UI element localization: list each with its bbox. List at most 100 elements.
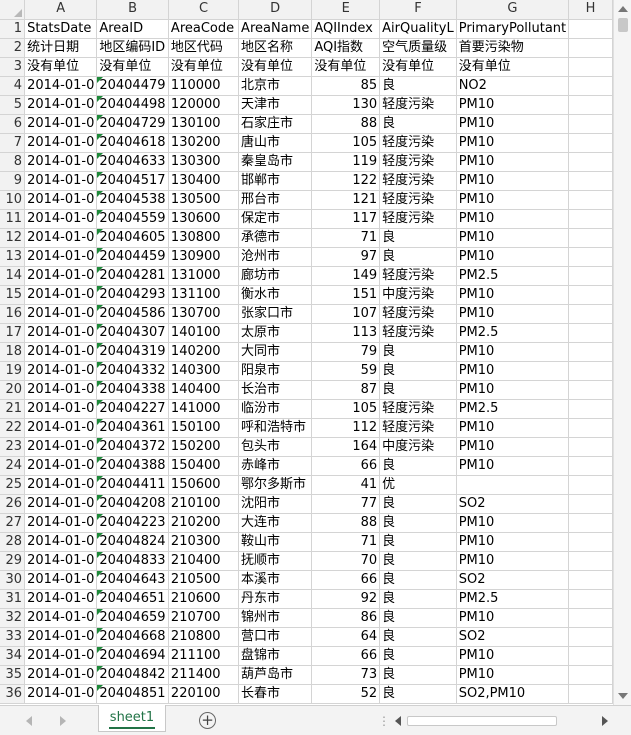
cell[interactable]: 2014-01-0 [24, 114, 98, 134]
cell[interactable]: AirQualityL [379, 19, 457, 39]
row-header[interactable]: 7 [0, 133, 26, 153]
cell[interactable]: 88 [311, 513, 381, 533]
cell[interactable]: 2014-01-0 [24, 304, 98, 324]
cell[interactable]: 2014-01-0 [24, 589, 98, 609]
cell[interactable]: 2014-01-0 [24, 361, 98, 381]
cell[interactable]: 统计日期 [24, 38, 98, 58]
row-header[interactable]: 28 [0, 532, 26, 552]
cell[interactable]: 没有单位 [24, 57, 98, 77]
cell[interactable]: 轻度污染 [379, 190, 457, 210]
cell[interactable]: PM10 [456, 285, 570, 305]
cell[interactable]: 20404498 [96, 95, 169, 115]
cell[interactable]: PM10 [456, 171, 570, 191]
cell[interactable]: 天津市 [238, 95, 313, 115]
cell[interactable]: PM2.5 [456, 266, 570, 286]
cell[interactable]: 130100 [168, 114, 240, 134]
cell[interactable]: PM10 [456, 380, 570, 400]
cell[interactable]: 营口市 [238, 627, 313, 647]
cell[interactable] [568, 304, 613, 324]
cell[interactable]: 轻度污染 [379, 171, 457, 191]
cell[interactable]: PM10 [456, 304, 570, 324]
cell[interactable]: 210100 [168, 494, 240, 514]
cell[interactable]: 20404479 [96, 76, 169, 96]
cell[interactable] [568, 684, 613, 704]
cell[interactable]: AQIIndex [311, 19, 381, 39]
row-header[interactable]: 15 [0, 285, 26, 305]
cell[interactable]: 轻度污染 [379, 95, 457, 115]
cell[interactable]: PrimaryPollutant [456, 19, 570, 39]
row-header[interactable]: 6 [0, 114, 26, 134]
cell[interactable]: 52 [311, 684, 381, 704]
cell[interactable]: 良 [379, 361, 457, 381]
cell[interactable]: 113 [311, 323, 381, 343]
cell[interactable]: 97 [311, 247, 381, 267]
scroll-up-arrow-icon[interactable] [618, 6, 628, 12]
cell[interactable]: 2014-01-0 [24, 285, 98, 305]
cell[interactable]: 105 [311, 133, 381, 153]
cell[interactable]: 20404538 [96, 190, 169, 210]
cell[interactable]: 20404659 [96, 608, 169, 628]
cell[interactable]: 良 [379, 665, 457, 685]
cell[interactable]: AQI指数 [311, 38, 381, 58]
cell[interactable]: 首要污染物 [456, 38, 570, 58]
cell[interactable] [568, 133, 613, 153]
cell[interactable]: 轻度污染 [379, 152, 457, 172]
cell[interactable]: 2014-01-0 [24, 76, 98, 96]
cell[interactable]: 抚顺市 [238, 551, 313, 571]
cell[interactable]: 79 [311, 342, 381, 362]
cell[interactable]: 120000 [168, 95, 240, 115]
cell[interactable]: 良 [379, 646, 457, 666]
cell[interactable]: 20404851 [96, 684, 169, 704]
cell[interactable]: 130 [311, 95, 381, 115]
cell[interactable]: 地区编码ID [96, 38, 169, 58]
cell[interactable]: 130500 [168, 190, 240, 210]
cell[interactable]: 71 [311, 228, 381, 248]
cell[interactable]: PM10 [456, 665, 570, 685]
cell[interactable]: 包头市 [238, 437, 313, 457]
cell[interactable]: PM10 [456, 152, 570, 172]
cell[interactable]: 20404517 [96, 171, 169, 191]
cell[interactable]: 鄂尔多斯市 [238, 475, 313, 495]
cell[interactable]: 2014-01-0 [24, 684, 98, 704]
cell[interactable]: 中度污染 [379, 285, 457, 305]
cell[interactable]: 呼和浩特市 [238, 418, 313, 438]
row-header[interactable]: 10 [0, 190, 26, 210]
cell[interactable]: 20404227 [96, 399, 169, 419]
cell[interactable] [568, 323, 613, 343]
cell[interactable]: 141000 [168, 399, 240, 419]
cell[interactable]: 轻度污染 [379, 399, 457, 419]
cell[interactable] [568, 665, 613, 685]
cell[interactable]: SO2 [456, 494, 570, 514]
column-header[interactable]: E [311, 0, 381, 20]
cell[interactable]: PM10 [456, 532, 570, 552]
cell[interactable]: AreaID [96, 19, 169, 39]
cell[interactable]: PM10 [456, 456, 570, 476]
scroll-right-arrow-icon[interactable] [602, 716, 608, 726]
cell[interactable]: 77 [311, 494, 381, 514]
cell[interactable]: 良 [379, 494, 457, 514]
cell[interactable]: StatsDate [24, 19, 98, 39]
cell[interactable]: 2014-01-0 [24, 228, 98, 248]
cell[interactable]: PM10 [456, 551, 570, 571]
cell[interactable]: 20404694 [96, 646, 169, 666]
column-header[interactable]: C [168, 0, 240, 20]
cell[interactable] [568, 57, 613, 77]
cell[interactable]: 20404372 [96, 437, 169, 457]
cell[interactable]: 2014-01-0 [24, 570, 98, 590]
spreadsheet-grid[interactable]: A B C D E F G H 1 StatsDate AreaID AreaCode AreaName… [0, 0, 613, 705]
cell[interactable]: 2014-01-0 [24, 437, 98, 457]
tab-separator[interactable]: ⋮ [378, 714, 390, 728]
row-header[interactable]: 36 [0, 684, 26, 704]
cell[interactable] [568, 608, 613, 628]
cell[interactable] [568, 228, 613, 248]
cell[interactable] [568, 437, 613, 457]
cell[interactable]: 没有单位 [238, 57, 313, 77]
row-header[interactable]: 20 [0, 380, 26, 400]
cell[interactable] [568, 475, 613, 495]
cell[interactable] [568, 513, 613, 533]
cell[interactable]: 廊坊市 [238, 266, 313, 286]
cell[interactable]: 保定市 [238, 209, 313, 229]
cell[interactable]: PM10 [456, 646, 570, 666]
cell[interactable]: 沈阳市 [238, 494, 313, 514]
cell[interactable]: PM10 [456, 209, 570, 229]
